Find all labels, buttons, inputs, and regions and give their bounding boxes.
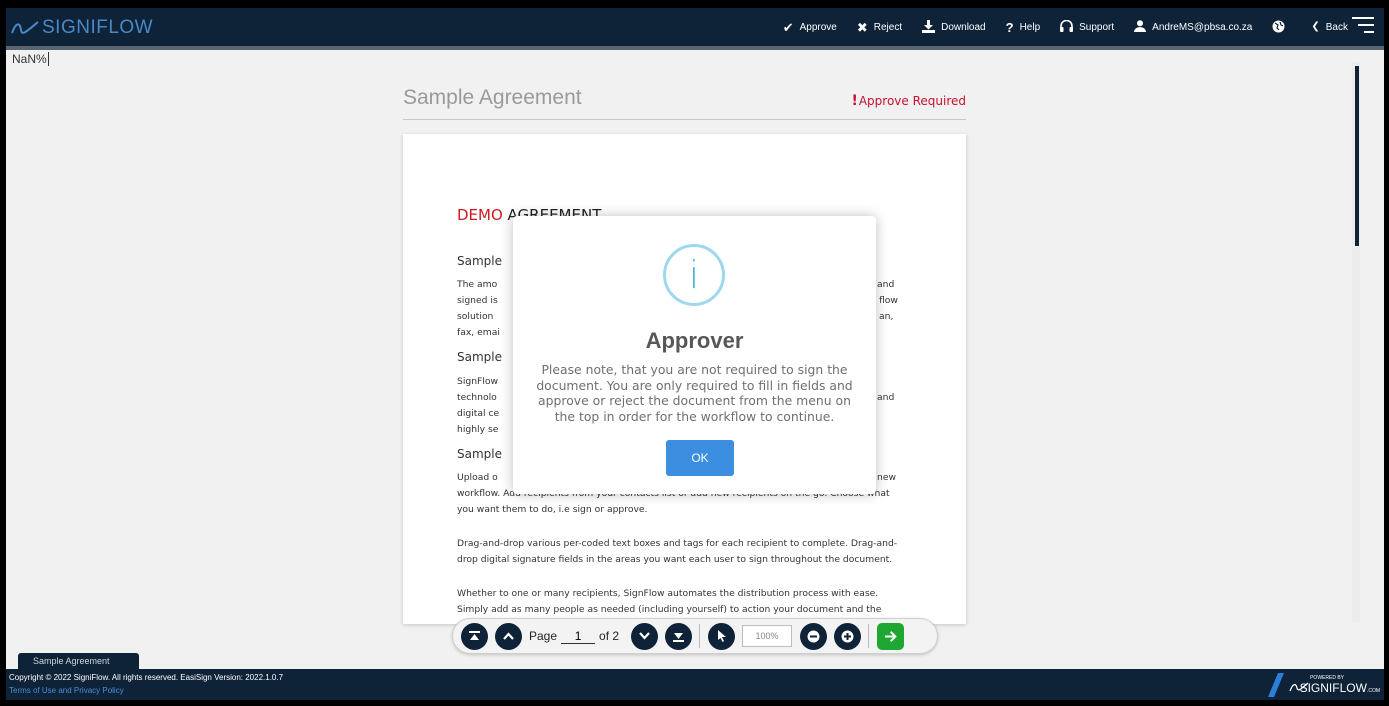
section-heading: Sample: [457, 254, 502, 268]
page-label: Page: [529, 629, 558, 643]
zoom-in-button[interactable]: [834, 622, 862, 650]
last-page-button[interactable]: [665, 622, 693, 650]
section-heading: Sample: [457, 350, 502, 364]
terms-link[interactable]: Terms of Use and Privacy Policy: [9, 686, 124, 695]
app-frame: SIGNIFLOW ✔ Approve ✖ Reject Download ? …: [6, 8, 1384, 700]
help-button[interactable]: ? Help: [1006, 21, 1041, 34]
plus-circle-icon: [841, 630, 854, 642]
paragraph: Drag-and-drop various per-coded text box…: [457, 538, 898, 565]
paragraph-fragment: The amo: [457, 279, 498, 290]
paragraph-fragment: Upload o: [457, 472, 498, 483]
page-count: of 2: [599, 629, 620, 643]
paragraph-fragment: signed is: [457, 295, 498, 306]
x-icon: ✖: [856, 19, 868, 35]
section-heading: Sample: [457, 447, 502, 461]
back-label: Back: [1325, 21, 1348, 33]
chevron-up-icon: [503, 632, 514, 640]
support-button[interactable]: Support: [1060, 19, 1115, 34]
paragraph-fragment: technolo: [457, 392, 497, 403]
document-tab[interactable]: Sample Agreement: [18, 653, 139, 669]
hamburger-menu-icon[interactable]: [1352, 17, 1374, 35]
paragraph: Whether to one or many recipients, SignF…: [457, 588, 882, 615]
first-page-button[interactable]: [461, 622, 488, 650]
paragraph-fragment: flow: [879, 295, 898, 306]
paragraph-fragment: and: [877, 392, 895, 403]
heading-demo: DEMO: [457, 206, 503, 224]
reject-label: Reject: [873, 21, 903, 33]
logo-text: SIGNIFLOW: [42, 17, 154, 38]
next-step-button[interactable]: [877, 622, 905, 650]
hamburger-line: [1352, 17, 1374, 19]
footer: Copyright © 2022 SigniFlow. All rights r…: [6, 669, 1384, 700]
zoom-out-button[interactable]: [800, 622, 828, 650]
user-icon: [1134, 20, 1147, 34]
dialog-message: Please note, that you are not required t…: [536, 362, 853, 424]
approve-button[interactable]: ✔ Approve: [783, 21, 837, 34]
scrollbar-thumb[interactable]: [1355, 66, 1359, 246]
headphones-icon: [1060, 19, 1074, 34]
next-page-button[interactable]: [631, 622, 659, 650]
ok-button[interactable]: OK: [666, 440, 734, 476]
progress-text: NaN%: [12, 52, 49, 66]
download-button[interactable]: Download: [922, 19, 986, 35]
cursor-icon: [717, 630, 726, 642]
language-button[interactable]: [1272, 20, 1291, 35]
page-toolbar: Page of 2 100%: [452, 618, 938, 654]
previous-page-button[interactable]: [495, 622, 522, 650]
document-title: Sample Agreement: [403, 86, 582, 109]
approver-dialog: i Approver Please note, that you are not…: [513, 216, 876, 494]
brand-name: SIGNIFLOW: [1299, 681, 1367, 695]
hamburger-line: [1358, 24, 1374, 26]
last-page-icon: [673, 632, 685, 642]
back-button[interactable]: ❮ Back: [1311, 22, 1348, 33]
exclamation-icon: !: [851, 93, 858, 109]
topbar-divider: [6, 46, 1384, 50]
first-page-icon: [469, 630, 480, 640]
approve-label: Approve: [799, 21, 837, 33]
download-label: Download: [941, 21, 986, 33]
question-icon: ?: [1005, 19, 1014, 35]
chevron-left-icon: ❮: [1311, 21, 1320, 32]
paragraph-fragment: solution: [457, 311, 494, 322]
paragraph-fragment: digital ce: [457, 408, 500, 419]
signature-swoosh-icon: [11, 21, 39, 34]
minus-circle-icon: [807, 630, 820, 642]
reject-button[interactable]: ✖ Reject: [857, 21, 902, 34]
paragraph-fragment: new: [877, 472, 896, 483]
dialog-title: Approver: [645, 328, 744, 353]
info-icon: i: [663, 244, 725, 306]
status-text: Approve Required: [858, 94, 966, 108]
page-number-input[interactable]: [561, 628, 596, 644]
support-label: Support: [1079, 21, 1115, 33]
toolbar-divider: [868, 624, 870, 648]
top-navbar: SIGNIFLOW ✔ Approve ✖ Reject Download ? …: [6, 8, 1384, 46]
paragraph-fragment: fax, emai: [457, 327, 500, 338]
document-header: Sample Agreement !Approve Required: [403, 80, 966, 120]
paragraph-fragment: an,: [879, 311, 894, 322]
powered-by-brand: SIGNIFLOW.COM: [1300, 681, 1380, 695]
user-email: AndreMS@pbsa.co.za: [1152, 21, 1253, 33]
globe-icon: [1272, 20, 1285, 35]
top-menu: ✔ Approve ✖ Reject Download ? Help Suppo…: [763, 8, 1348, 46]
download-icon: [922, 19, 936, 35]
help-label: Help: [1019, 21, 1041, 33]
paragraph-fragment: highly se: [457, 424, 499, 435]
pointer-tool-button[interactable]: [708, 622, 736, 650]
toolbar-divider: [699, 624, 701, 648]
arrow-right-icon: [884, 630, 897, 642]
paragraph-fragment: and: [877, 279, 895, 290]
brand-suffix: .COM: [1366, 688, 1380, 694]
approve-required-status: !Approve Required: [851, 93, 966, 109]
zoom-level[interactable]: 100%: [742, 625, 793, 647]
signiflow-logo[interactable]: SIGNIFLOW: [10, 14, 153, 42]
check-icon: ✔: [782, 19, 794, 35]
hamburger-line: [1364, 31, 1374, 33]
user-menu[interactable]: AndreMS@pbsa.co.za: [1134, 20, 1252, 34]
chevron-down-icon: [639, 632, 650, 640]
copyright-text: Copyright © 2022 SigniFlow. All rights r…: [9, 673, 284, 682]
paragraph-fragment: SignFlow: [457, 376, 499, 387]
